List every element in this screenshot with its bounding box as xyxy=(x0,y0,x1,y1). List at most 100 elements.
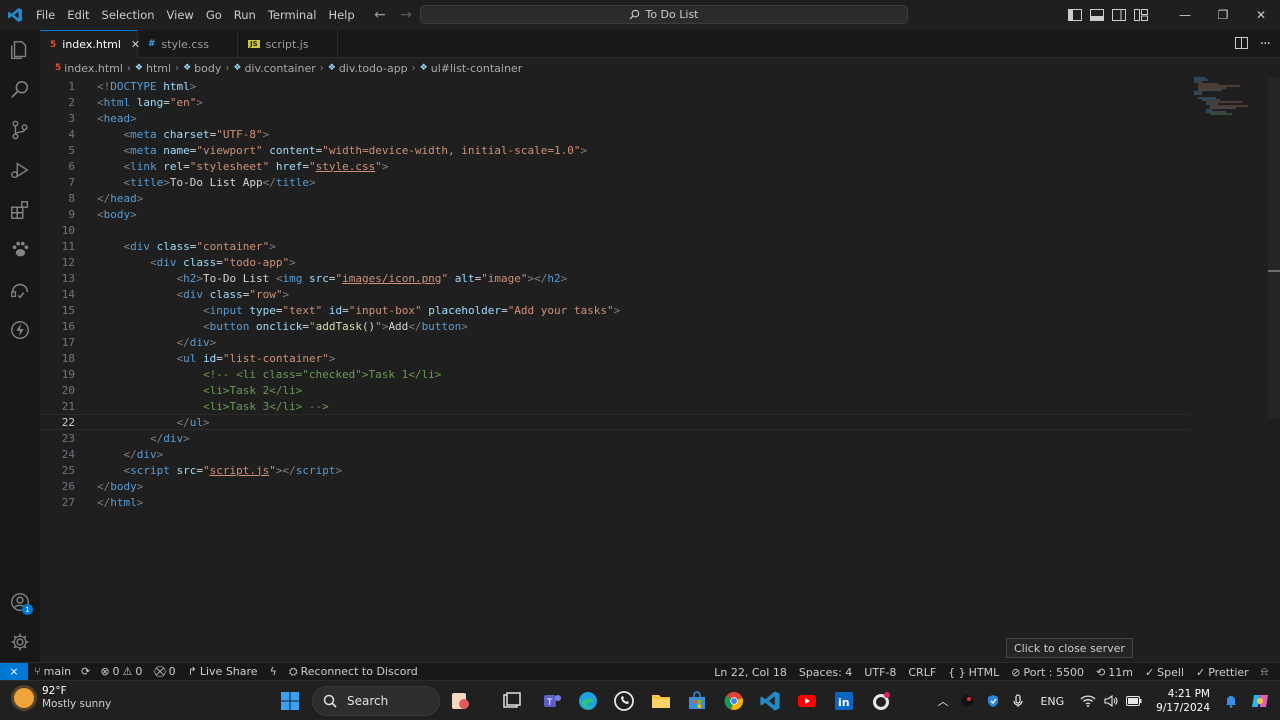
restore-icon[interactable]: ❐ xyxy=(1204,0,1242,30)
youtube-icon[interactable] xyxy=(794,688,820,714)
editor-scrollbar[interactable] xyxy=(1268,78,1280,418)
extensions-icon[interactable] xyxy=(0,190,40,230)
minimize-icon[interactable]: — xyxy=(1166,0,1204,30)
breadcrumb-ul-list-container[interactable]: ❖ ul#list-container xyxy=(420,62,523,75)
menu-view[interactable]: View xyxy=(161,0,200,30)
breadcrumb-div-todo-app[interactable]: ❖ div.todo-app xyxy=(328,62,408,75)
file-explorer-icon[interactable] xyxy=(648,688,674,714)
line-number: 27 xyxy=(61,495,75,509)
toggle-secondary-sidebar-icon[interactable] xyxy=(1108,0,1130,30)
tab-index-html[interactable]: 5 index.html ✕ xyxy=(40,30,140,58)
menu-edit[interactable]: Edit xyxy=(61,0,95,30)
toggle-panel-icon[interactable] xyxy=(1086,0,1108,30)
input-language[interactable]: ENG xyxy=(1030,681,1074,720)
status-prettier[interactable]: ✓ Prettier xyxy=(1190,663,1255,681)
tab-script-js[interactable]: JS script.js xyxy=(238,30,338,58)
breadcrumb-file[interactable]: 5 index.html xyxy=(55,62,123,75)
github-desktop-icon[interactable] xyxy=(868,688,894,714)
status-discord[interactable]: ⛭ Reconnect to Discord xyxy=(283,663,424,681)
status-problems[interactable]: ⊗ 0 ⚠ 0 xyxy=(94,663,148,681)
port-label: Port : 5500 xyxy=(1023,665,1085,679)
lightning-extension-icon[interactable] xyxy=(0,310,40,350)
run-debug-icon[interactable] xyxy=(0,150,40,190)
status-ports[interactable]: ⛒ 0 xyxy=(148,663,181,681)
notifications-bell-icon[interactable]: ⍾ xyxy=(1255,663,1274,681)
breadcrumb-label: div.todo-app xyxy=(338,61,408,75)
battery-icon[interactable] xyxy=(1120,681,1148,720)
menu-selection[interactable]: Selection xyxy=(96,0,161,30)
element-icon: ❖ xyxy=(327,63,336,73)
code-line: 2 <html lang="en"> xyxy=(40,94,1190,110)
status-encoding[interactable]: UTF-8 xyxy=(858,663,902,681)
settings-gear-icon[interactable] xyxy=(0,622,40,662)
chevron-right-icon: › xyxy=(319,62,324,74)
windows-start-icon[interactable] xyxy=(277,688,303,714)
system-clock[interactable]: 4:21 PM 9/17/2024 xyxy=(1148,687,1218,715)
whatsapp-icon[interactable] xyxy=(611,688,637,714)
chevron-right-icon: › xyxy=(225,62,230,74)
microphone-icon[interactable] xyxy=(1006,681,1030,720)
menu-run[interactable]: Run xyxy=(228,0,262,30)
defender-shield-icon[interactable] xyxy=(980,681,1006,720)
breadcrumb-body[interactable]: ❖ body xyxy=(183,62,221,75)
show-hidden-icons-chevron-icon[interactable]: ︿ xyxy=(931,681,954,720)
widgets-sticker-icon[interactable] xyxy=(447,688,473,714)
chevron-right-icon: › xyxy=(126,62,131,74)
status-live-share[interactable]: ↱ Live Share xyxy=(182,663,264,681)
notification-bell-icon[interactable] xyxy=(1218,681,1244,720)
code-text: <!DOCTYPE html> xyxy=(97,79,197,93)
linkedin-icon[interactable]: in xyxy=(831,688,857,714)
status-branch[interactable]: ⑂ main xyxy=(28,663,77,681)
vscode-taskbar-icon[interactable] xyxy=(757,688,783,714)
edge-browser-icon[interactable] xyxy=(575,688,601,714)
code-editor[interactable]: 1 <!DOCTYPE html> 2 <html lang="en"> 3 <hea… xyxy=(40,78,1268,662)
command-center[interactable]: To Do List xyxy=(420,5,908,24)
toggle-primary-sidebar-icon[interactable] xyxy=(1064,0,1086,30)
status-eol[interactable]: CRLF xyxy=(902,663,942,681)
menu-help[interactable]: Help xyxy=(322,0,360,30)
teams-icon[interactable]: T xyxy=(539,688,565,714)
microsoft-store-icon[interactable] xyxy=(684,688,710,714)
back-arrow-icon[interactable]: ← xyxy=(372,7,388,23)
wifi-icon[interactable] xyxy=(1074,681,1102,720)
weather-widget[interactable]: 92°F Mostly sunny xyxy=(14,685,111,711)
minimap[interactable] xyxy=(1192,76,1252,116)
customize-layout-icon[interactable] xyxy=(1130,0,1152,30)
status-live-server-port[interactable]: ⊘ Port : 5500 xyxy=(1005,663,1090,681)
split-editor-icon[interactable] xyxy=(1234,36,1248,52)
element-icon: ❖ xyxy=(233,63,242,73)
chrome-icon[interactable] xyxy=(721,688,747,714)
status-timer[interactable]: ⟲ 11m xyxy=(1090,663,1139,681)
sync-icon[interactable]: ⟳ xyxy=(77,663,94,681)
status-cursor-position[interactable]: Ln 22, Col 18 xyxy=(708,663,793,681)
forward-arrow-icon[interactable]: → xyxy=(398,7,414,23)
volume-icon[interactable] xyxy=(1102,681,1120,720)
paw-extension-icon[interactable] xyxy=(0,230,40,270)
status-language[interactable]: { } HTML xyxy=(942,663,1005,681)
task-view-icon[interactable] xyxy=(499,688,525,714)
remote-indicator-icon[interactable]: ⨯ xyxy=(0,662,28,681)
tray-app-icon[interactable] xyxy=(954,681,980,720)
copilot-icon[interactable] xyxy=(1244,681,1280,720)
more-actions-icon[interactable]: ··· xyxy=(1260,36,1271,52)
close-window-icon[interactable]: ✕ xyxy=(1242,0,1280,30)
lightning-status-icon[interactable]: ϟ xyxy=(264,663,283,681)
remote-explorer-icon[interactable] xyxy=(0,270,40,310)
taskbar-search[interactable]: Search xyxy=(312,686,440,716)
explorer-icon[interactable] xyxy=(0,30,40,70)
accounts-icon[interactable]: 1 xyxy=(0,582,40,622)
search-icon[interactable] xyxy=(0,70,40,110)
scrollbar-cursor-marker xyxy=(1268,270,1280,272)
menu-file[interactable]: File xyxy=(30,0,61,30)
menu-go[interactable]: Go xyxy=(200,0,228,30)
tab-style-css[interactable]: # style.css xyxy=(138,30,238,58)
code-line: 11 <div class="container"> xyxy=(40,238,1190,254)
breadcrumb-html[interactable]: ❖ html xyxy=(135,62,171,75)
status-spell[interactable]: ✓ Spell xyxy=(1139,663,1190,681)
live-share-label: Live Share xyxy=(199,665,258,678)
menu-terminal[interactable]: Terminal xyxy=(262,0,323,30)
status-indentation[interactable]: Spaces: 4 xyxy=(793,663,858,681)
breadcrumb-div-container[interactable]: ❖ div.container xyxy=(233,62,315,75)
source-control-icon[interactable] xyxy=(0,110,40,150)
